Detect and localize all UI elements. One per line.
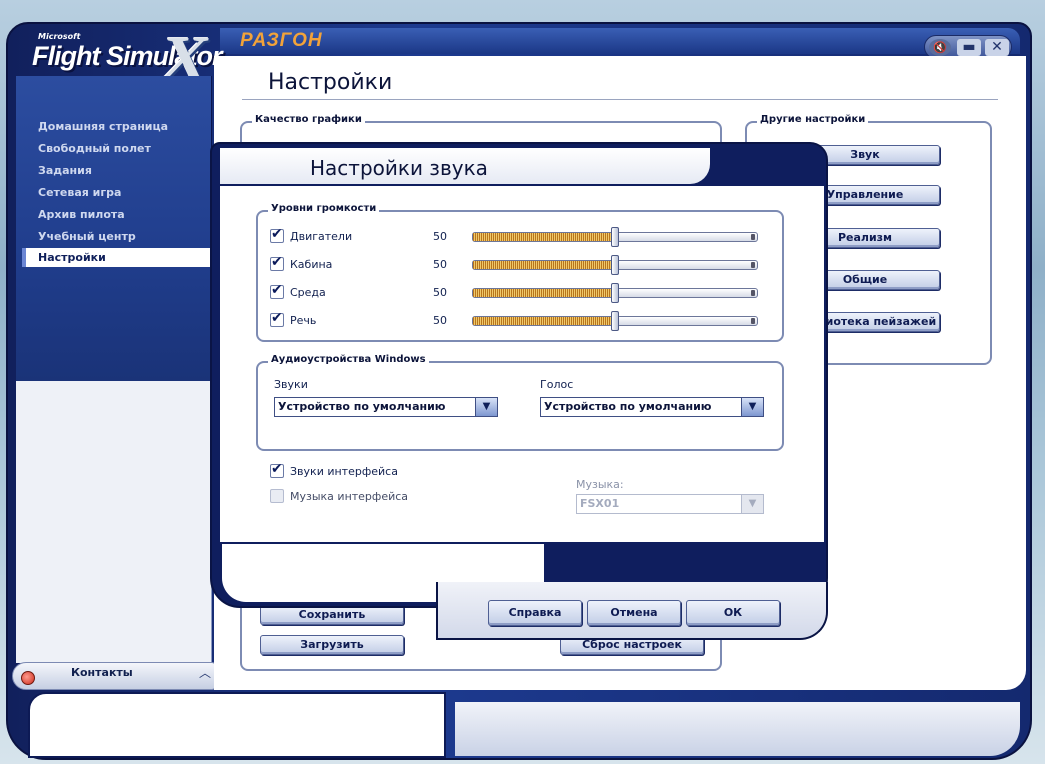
sidebar-item-home[interactable]: Домашняя страница xyxy=(22,117,210,136)
speech-value: 50 xyxy=(433,314,447,327)
speech-slider[interactable] xyxy=(472,311,758,331)
sidebar-item-free-flight[interactable]: Свободный полет xyxy=(22,139,210,158)
environment-label: Среда xyxy=(290,286,326,299)
status-icon xyxy=(21,671,35,685)
slider-end-marker xyxy=(751,318,755,324)
title-strip xyxy=(220,28,1020,54)
cockpit-checkbox[interactable] xyxy=(270,254,284,271)
music-value: FSX01 xyxy=(580,497,620,510)
cockpit-slider[interactable] xyxy=(472,255,758,275)
sidebar: Домашняя страница Свободный полет Задани… xyxy=(16,76,212,381)
sidebar-item-multiplayer[interactable]: Сетевая игра xyxy=(22,183,210,202)
close-button[interactable]: ✕ xyxy=(985,39,1009,56)
speech-slider-thumb[interactable] xyxy=(611,311,619,331)
sounds-device-value: Устройство по умолчанию xyxy=(278,400,446,413)
contacts-label: Контакты xyxy=(71,666,133,679)
sounds-device-label: Звуки xyxy=(274,378,308,391)
speaker-muted-icon[interactable]: 🔇 xyxy=(929,39,951,56)
bottom-left-panel xyxy=(28,692,446,758)
dialog-title-tab: Настройки звука xyxy=(220,148,710,184)
voice-device-label: Голос xyxy=(540,378,574,391)
music-select: FSX01 ▼ xyxy=(576,494,764,514)
slider-end-marker xyxy=(751,290,755,296)
voice-device-value: Устройство по умолчанию xyxy=(544,400,712,413)
save-button[interactable]: Сохранить xyxy=(260,605,404,625)
sidebar-item-learning-center[interactable]: Учебный центр xyxy=(22,227,210,246)
sidebar-item-pilot-records[interactable]: Архив пилота xyxy=(22,205,210,224)
other-settings-legend: Другие настройки xyxy=(757,114,869,125)
volume-row-cockpit: Кабина 50 xyxy=(270,254,760,275)
environment-slider-thumb[interactable] xyxy=(611,283,619,303)
environment-slider-fill xyxy=(473,289,615,297)
engines-value: 50 xyxy=(433,230,447,243)
sounds-device-select[interactable]: Устройство по умолчанию ▼ xyxy=(274,397,498,417)
volume-row-environment: Среда 50 xyxy=(270,282,760,303)
speech-checkbox[interactable] xyxy=(270,310,284,327)
volume-row-engines: Двигатели 50 xyxy=(270,226,760,247)
voice-device-select[interactable]: Устройство по умолчанию ▼ xyxy=(540,397,764,417)
slider-end-marker xyxy=(751,262,755,268)
cockpit-slider-fill xyxy=(473,261,615,269)
cockpit-label: Кабина xyxy=(290,258,333,271)
cockpit-slider-thumb[interactable] xyxy=(611,255,619,275)
minimize-button[interactable]: ▬ xyxy=(957,39,981,56)
environment-value: 50 xyxy=(433,286,447,299)
environment-slider[interactable] xyxy=(472,283,758,303)
graphics-quality-legend: Качество графики xyxy=(252,114,365,125)
chevron-down-icon[interactable]: ▼ xyxy=(475,398,497,416)
chevron-up-icon[interactable]: ︿ xyxy=(199,664,211,681)
environment-checkbox[interactable] xyxy=(270,282,284,299)
engines-slider[interactable] xyxy=(472,227,758,247)
dialog-title: Настройки звука xyxy=(310,156,488,180)
ui-music-checkbox[interactable] xyxy=(270,489,284,503)
cockpit-value: 50 xyxy=(433,258,447,271)
engines-slider-fill xyxy=(473,233,615,241)
audio-devices-legend: Аудиоустройства Windows xyxy=(268,354,429,365)
engines-slider-thumb[interactable] xyxy=(611,227,619,247)
ui-sounds-checkbox[interactable] xyxy=(270,461,284,478)
ui-music-label: Музыка интерфейса xyxy=(290,490,409,503)
music-label: Музыка: xyxy=(576,478,624,491)
page-title: Настройки xyxy=(268,70,393,95)
contacts-bar[interactable]: Контакты ︿ xyxy=(12,662,216,690)
ui-sounds-label: Звуки интерфейса xyxy=(290,465,398,478)
chevron-down-icon[interactable]: ▼ xyxy=(741,398,763,416)
sidebar-item-settings[interactable]: Настройки xyxy=(22,248,210,267)
engines-checkbox[interactable] xyxy=(270,226,284,243)
sidebar-item-missions[interactable]: Задания xyxy=(22,161,210,180)
engines-label: Двигатели xyxy=(290,230,353,243)
speech-label: Речь xyxy=(290,314,317,327)
logo-brand: Microsoft xyxy=(38,32,81,41)
slider-end-marker xyxy=(751,234,755,240)
speech-slider-fill xyxy=(473,317,615,325)
help-button[interactable]: Справка xyxy=(488,600,582,626)
bottom-right-panel xyxy=(455,702,1020,756)
title-divider xyxy=(242,99,998,100)
edition-label: РАЗГОН xyxy=(240,30,323,51)
chevron-down-icon: ▼ xyxy=(741,495,763,513)
load-button[interactable]: Загрузить xyxy=(260,635,404,655)
volume-levels-legend: Уровни громкости xyxy=(268,203,380,214)
sidebar-lower-panel xyxy=(16,381,212,663)
cancel-button[interactable]: Отмена xyxy=(587,600,681,626)
volume-row-speech: Речь 50 xyxy=(270,310,760,331)
ok-button[interactable]: ОК xyxy=(686,600,780,626)
